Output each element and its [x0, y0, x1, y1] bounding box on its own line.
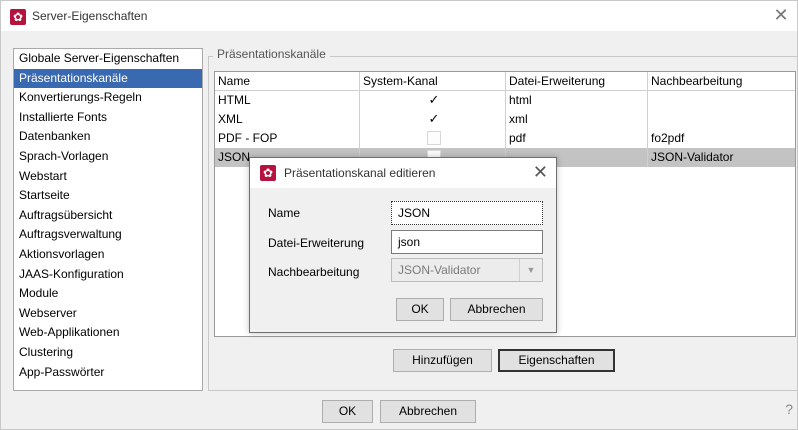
postprocessing-select[interactable]: JSON-Validator ▼ — [391, 258, 543, 282]
close-icon[interactable]: ✕ — [533, 163, 548, 181]
name-cell: XML — [215, 110, 360, 129]
nav-item[interactable]: Web-Applikationen — [14, 323, 202, 343]
table-row[interactable]: PDF - FOP pdf fo2pdf — [215, 129, 795, 148]
nav-item[interactable]: Webstart — [14, 167, 202, 187]
edit-channel-dialog: ✿ Präsentationskanal editieren ✕ Name JS… — [249, 157, 557, 333]
nav-item[interactable]: Installierte Fonts — [14, 108, 202, 128]
gear-icon: ✿ — [10, 9, 26, 25]
column-header-extension[interactable]: Datei-Erweiterung — [506, 72, 648, 91]
group-title: Präsentationskanäle — [213, 47, 330, 61]
nav-item[interactable]: Aktionsvorlagen — [14, 245, 202, 265]
extension-cell: xml — [506, 110, 648, 129]
nav-item[interactable]: JAAS-Konfiguration — [14, 265, 202, 285]
nav-item[interactable]: Auftragsverwaltung — [14, 225, 202, 245]
postprocessing-cell: fo2pdf — [651, 131, 685, 145]
nav-item[interactable]: Datenbanken — [14, 127, 202, 147]
system-channel-checkbox[interactable]: ✓ — [426, 93, 442, 107]
extension-field[interactable]: json — [391, 230, 543, 254]
nav-item[interactable]: Sprach-Vorlagen — [14, 147, 202, 167]
properties-button[interactable]: Eigenschaften — [498, 349, 615, 372]
category-list: Globale Server-Eigenschaften Präsentation… — [13, 48, 203, 391]
nav-item[interactable]: Konvertierungs-Regeln — [14, 88, 202, 108]
gear-icon: ✿ — [260, 165, 276, 181]
postprocessing-label: Nachbearbeitung — [268, 265, 360, 279]
dialog-cancel-button[interactable]: Abbrechen — [450, 298, 543, 321]
nav-item[interactable]: Webserver — [14, 304, 202, 324]
system-channel-checkbox[interactable] — [427, 131, 441, 145]
name-cell: PDF - FOP — [215, 129, 360, 148]
cancel-button[interactable]: Abbrechen — [380, 400, 476, 423]
extension-cell: html — [506, 91, 648, 110]
dialog-ok-button[interactable]: OK — [396, 298, 444, 321]
nav-item[interactable]: Clustering — [14, 343, 202, 363]
table-header: Name System-Kanal Datei-Erweiterung Nach… — [215, 72, 795, 91]
close-icon[interactable]: ✕ — [771, 6, 791, 26]
system-channel-cell — [360, 129, 506, 148]
nav-item[interactable]: Module — [14, 284, 202, 304]
nav-item[interactable]: App-Passwörter — [14, 363, 202, 383]
chevron-down-icon[interactable]: ▼ — [519, 259, 542, 281]
system-channel-cell: ✓ — [360, 110, 506, 129]
name-cell: HTML — [215, 91, 360, 110]
help-icon[interactable]: ? — [785, 401, 793, 417]
column-header-name[interactable]: Name — [215, 72, 360, 91]
nav-item[interactable]: Globale Server-Eigenschaften — [14, 49, 202, 69]
dialog-title-bar: ✿ Präsentationskanal editieren ✕ — [250, 158, 556, 188]
dialog-title: Präsentationskanal editieren — [284, 166, 436, 180]
nav-item[interactable]: Startseite — [14, 186, 202, 206]
ok-button[interactable]: OK — [322, 400, 373, 423]
postprocessing-cell: JSON-Validator — [651, 150, 734, 164]
system-channel-checkbox[interactable]: ✓ — [426, 112, 442, 126]
title-bar: ✿ Server-Eigenschaften ✕ — [1, 1, 797, 32]
nav-item[interactable]: Auftragsübersicht — [14, 206, 202, 226]
name-label: Name — [268, 206, 301, 220]
column-header-postprocessing[interactable]: Nachbearbeitung — [648, 72, 795, 91]
table-row[interactable]: HTML ✓ html — [215, 91, 795, 110]
add-button[interactable]: Hinzufügen — [393, 349, 492, 372]
nav-item[interactable]: Präsentationskanäle — [14, 68, 202, 89]
column-header-system[interactable]: System-Kanal — [360, 72, 506, 91]
postprocessing-value: JSON-Validator — [398, 263, 481, 277]
extension-label: Datei-Erweiterung — [268, 236, 365, 250]
name-field[interactable]: JSON — [391, 201, 543, 225]
postprocessing-cell — [648, 110, 795, 129]
system-channel-cell: ✓ — [360, 91, 506, 110]
table-row[interactable]: XML ✓ xml — [215, 110, 795, 129]
window-title: Server-Eigenschaften — [32, 9, 148, 23]
postprocessing-cell — [648, 91, 795, 110]
extension-cell: pdf — [506, 129, 648, 148]
